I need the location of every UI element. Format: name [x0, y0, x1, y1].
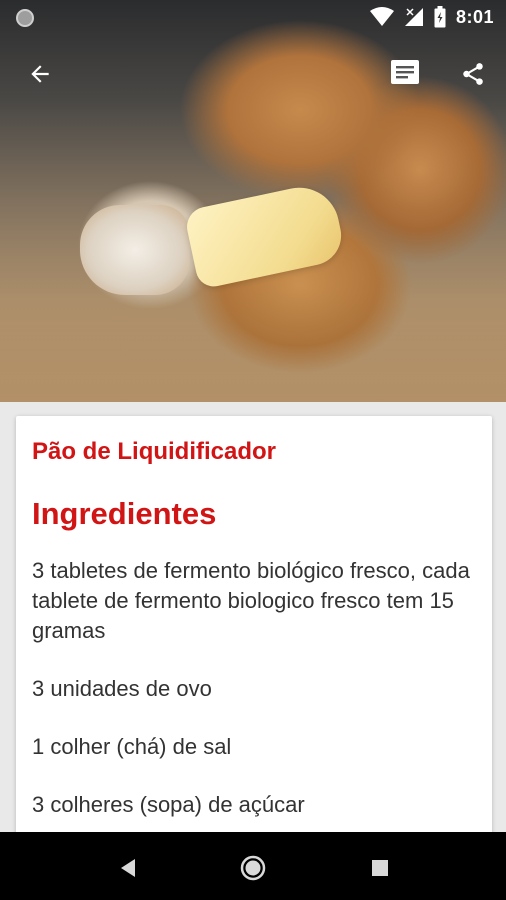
status-bar: 8:01: [0, 0, 506, 36]
ingredient-item: 3 colheres (sopa) de açúcar: [32, 792, 305, 817]
share-icon: [463, 63, 483, 85]
home-circle-icon: [240, 855, 266, 881]
nav-home-button[interactable]: [235, 850, 271, 886]
status-icons: 8:01: [369, 6, 494, 28]
ingredient-item: 1 colher (chá) de sal: [32, 734, 232, 759]
back-arrow-icon: [31, 65, 49, 83]
status-time: 8:01: [455, 6, 494, 27]
recipe-card: Pão de Liquidificador Ingredientes 3 tab…: [16, 416, 492, 896]
nav-recents-button[interactable]: [362, 850, 398, 886]
notes-icon: [391, 60, 419, 84]
ingredient-item: 3 unidades de ovo: [32, 676, 212, 701]
back-triangle-icon: [121, 859, 135, 877]
ingredient-item: 3 tabletes de fermento biológico fresco,…: [32, 558, 470, 643]
photo-bread-crumb: [80, 205, 190, 295]
notification-dot-icon: [16, 9, 34, 27]
system-navigation-bar: [0, 832, 506, 900]
nav-back-button[interactable]: [110, 850, 146, 886]
ingredients-list: 3 tabletes de fermento biológico fresco,…: [32, 556, 472, 848]
app-bar: [0, 48, 506, 100]
wifi-icon: [369, 7, 394, 26]
notes-button[interactable]: [383, 50, 427, 94]
share-button[interactable]: [451, 52, 495, 96]
signal-icon: [404, 8, 423, 26]
back-button[interactable]: [18, 52, 62, 96]
ingredients-heading: Ingredientes: [32, 496, 217, 531]
recents-square-icon: [372, 860, 388, 876]
recipe-title: Pão de Liquidificador: [32, 438, 277, 465]
battery-icon: [434, 6, 446, 28]
